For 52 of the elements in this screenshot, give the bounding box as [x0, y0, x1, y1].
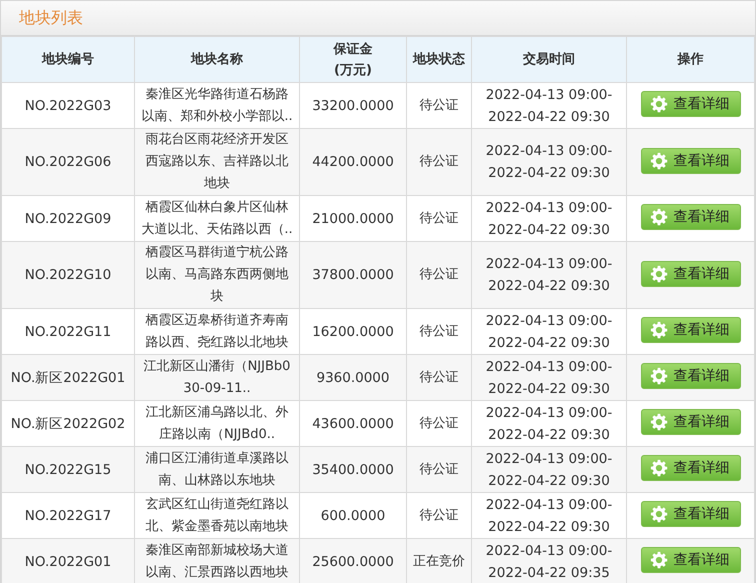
gear-icon [650, 208, 668, 226]
table-cell: 9360.0000 [300, 354, 406, 400]
table-cell: 待公证 [406, 354, 472, 400]
view-details-button[interactable]: 查看详细 [640, 317, 740, 343]
gear-icon [650, 321, 668, 339]
gear-icon [650, 413, 668, 431]
table-cell: 2022-04-13 09:00- 2022-04-22 09:30 [472, 354, 626, 400]
view-details-button[interactable]: 查看详细 [640, 501, 740, 527]
view-details-button[interactable]: 查看详细 [640, 148, 740, 174]
table-cell: NO.2022G06 [2, 128, 134, 196]
table-cell: 待公证 [406, 446, 472, 492]
table-cell: 35400.0000 [300, 446, 406, 492]
gear-icon [650, 459, 668, 477]
view-details-button[interactable]: 查看详细 [640, 409, 740, 435]
view-details-button[interactable]: 查看详细 [640, 363, 740, 389]
table-cell: 2022-04-13 09:00- 2022-04-22 09:30 [472, 446, 626, 492]
table-cell: 秦淮区南部新城校场大道以南、汇景西路以西地块 [134, 538, 300, 583]
gear-icon [650, 264, 668, 282]
column-header: 操作 [626, 36, 754, 82]
table-cell: NO.2022G10 [2, 242, 134, 308]
gear-icon [650, 152, 668, 170]
gear-icon [650, 367, 668, 385]
table-cell: NO.新区2022G01 [2, 354, 134, 400]
table-cell: 待公证 [406, 242, 472, 308]
view-details-button[interactable]: 查看详细 [640, 455, 740, 481]
view-details-button[interactable]: 查看详细 [640, 547, 740, 573]
table-cell: 待公证 [406, 128, 472, 196]
table-cell: 25600.0000 [300, 538, 406, 583]
table-cell: 雨花台区雨花经济开发区西寇路以东、吉祥路以北地块 [134, 128, 300, 196]
table-cell: 44200.0000 [300, 128, 406, 196]
table-cell: 浦口区江浦街道卓溪路以南、山林路以东地块 [134, 446, 300, 492]
table-cell: 栖霞区马群街道宁杭公路以南、马高路东西两侧地块 [134, 242, 300, 308]
table-cell: 江北新区山潘街（NJJBb030-09-11.. [134, 354, 300, 400]
table-cell: 37800.0000 [300, 242, 406, 308]
column-header: 地块状态 [406, 36, 472, 82]
table-cell: 2022-04-13 09:00- 2022-04-22 09:30 [472, 242, 626, 308]
table-cell: NO.2022G15 [2, 446, 134, 492]
panel-title: 地块列表 [19, 8, 83, 28]
column-header: 交易时间 [472, 36, 626, 82]
gear-icon [650, 551, 668, 569]
gear-icon [650, 505, 668, 523]
table-cell: 2022-04-13 09:00- 2022-04-22 09:35 [472, 538, 626, 583]
view-details-button[interactable]: 查看详细 [640, 91, 740, 117]
table-cell: 正在竞价 [406, 538, 472, 583]
column-header: 地块编号 [2, 36, 134, 82]
view-details-button[interactable]: 查看详细 [640, 204, 740, 230]
column-header: 保证金 (万元) [300, 36, 406, 82]
table-cell: 2022-04-13 09:00- 2022-04-22 09:30 [472, 128, 626, 196]
column-header: 地块名称 [134, 36, 300, 82]
view-details-button[interactable]: 查看详细 [640, 260, 740, 286]
table-cell: NO.2022G01 [2, 538, 134, 583]
gear-icon [650, 95, 668, 113]
